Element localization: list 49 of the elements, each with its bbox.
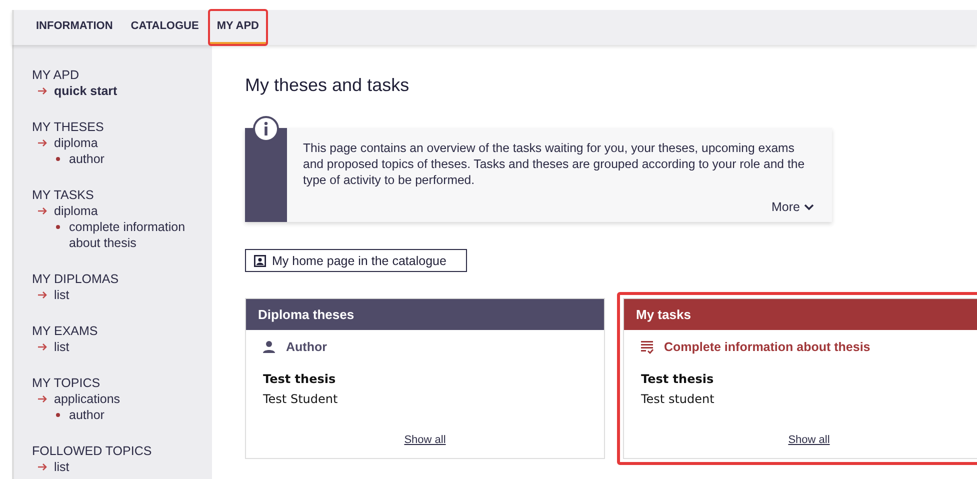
sidebar-link[interactable]: complete information about thesis (69, 219, 212, 251)
page-title: My theses and tasks (245, 75, 410, 96)
home-page-button[interactable]: My home page in the catalogue (245, 249, 467, 272)
arrow-icon (38, 463, 48, 471)
arrow-icon (38, 139, 48, 147)
sidebar-section-title: MY APD (32, 67, 80, 83)
arrow-icon (38, 207, 48, 215)
card-subtitle[interactable]: Complete information about thesis (664, 340, 870, 354)
checklist-icon (640, 340, 654, 354)
sidebar-link[interactable]: list (54, 339, 70, 355)
contact-card-icon (254, 254, 266, 266)
thesis-title: Test thesis (640, 371, 715, 386)
chevron-down-icon (804, 203, 814, 211)
card-header: My tasks (624, 299, 977, 330)
sidebar-link[interactable]: diploma (54, 203, 98, 219)
sidebar-link[interactable]: diploma (54, 135, 98, 151)
bullet-icon (56, 157, 60, 161)
info-text: This page contains an overview of the tasks waiting for you, your theses, upcoming exams and proposed topics of theses. Tasks and theses are grouped according to your role and the type of activity to be performed. (303, 140, 806, 188)
sidebar-section-title: MY THESES (32, 119, 105, 135)
student-name: Test student (640, 391, 716, 406)
show-all-link[interactable]: Show all (788, 434, 830, 446)
nav-tab[interactable]: INFORMATION (28, 10, 121, 45)
card-header: Diploma theses (246, 299, 604, 330)
sidebar-section-title: MY DIPLOMAS (32, 271, 120, 287)
arrow-icon (38, 343, 48, 351)
show-all-link[interactable]: Show all (404, 434, 446, 446)
nav-tab[interactable]: CATALOGUE (122, 10, 207, 45)
bullet-icon (56, 225, 60, 229)
sidebar-link[interactable]: list (54, 459, 70, 475)
info-icon (253, 116, 279, 142)
arrow-icon (38, 395, 48, 403)
sidebar-link[interactable]: quick start (54, 83, 118, 99)
sidebar-link[interactable]: author (69, 407, 104, 423)
person-icon (262, 340, 276, 354)
bullet-icon (56, 413, 60, 417)
sidebar-section-title: FOLLOWED TOPICS (32, 443, 153, 459)
student-name: Test Student (262, 391, 339, 406)
arrow-icon (38, 87, 48, 95)
sidebar-section-title: MY EXAMS (32, 323, 99, 339)
thesis-title: Test thesis (262, 371, 337, 386)
more-button[interactable]: More (772, 200, 814, 214)
arrow-icon (38, 291, 48, 299)
sidebar-link[interactable]: applications (54, 391, 120, 407)
sidebar-section-title: MY TASKS (32, 187, 95, 203)
sidebar-section-title: MY TOPICS (32, 375, 102, 391)
nav-tab[interactable]: MY APD (208, 10, 268, 45)
sidebar-link[interactable]: author (69, 151, 104, 167)
card-subtitle[interactable]: Author (286, 340, 327, 354)
sidebar-link[interactable]: list (54, 287, 70, 303)
